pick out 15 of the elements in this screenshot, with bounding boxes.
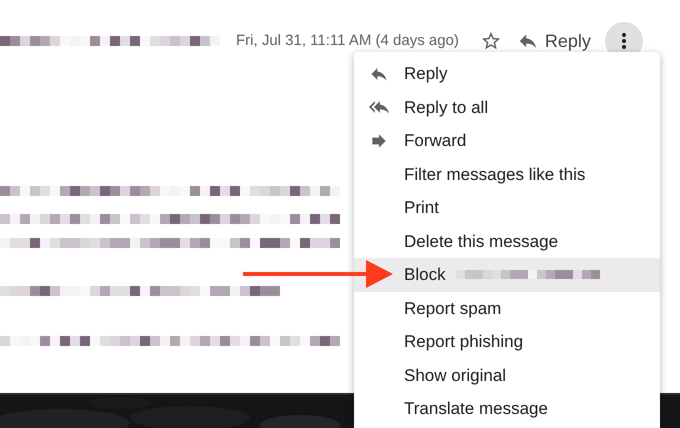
star-icon (480, 30, 502, 52)
menu-item[interactable]: Report spam (354, 292, 660, 325)
menu-item[interactable]: Reply to all (354, 90, 660, 124)
menu-item[interactable]: Delete this message (354, 224, 660, 258)
message-date: Fri, Jul 31, 11:11 AM (4 days ago) (236, 30, 459, 51)
menu-item[interactable]: Translate message (354, 392, 660, 426)
reply-button[interactable]: Reply (514, 25, 593, 57)
menu-item[interactable]: Filter messages like this (354, 158, 660, 191)
menu-item[interactable]: Report phishing (354, 325, 660, 358)
more-icon (622, 33, 626, 49)
menu-item[interactable]: Block (354, 258, 660, 292)
menu-item[interactable]: Print (354, 191, 660, 224)
menu-item[interactable]: Reply (354, 57, 660, 90)
menu-item[interactable]: Forward (354, 124, 660, 158)
menu-item[interactable]: Show original (354, 358, 660, 392)
